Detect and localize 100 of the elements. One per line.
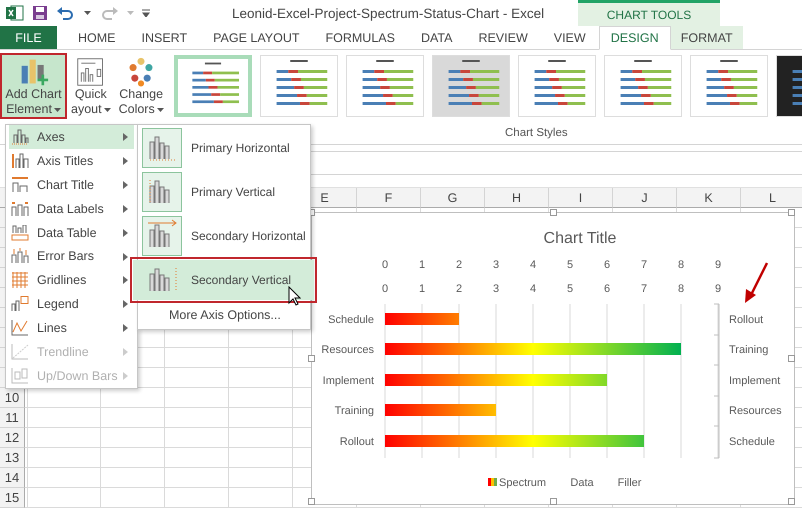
axis-tick-label: 1 <box>418 283 426 295</box>
chart-style-thumbnail[interactable] <box>174 55 252 117</box>
ribbon-tab[interactable]: DATA <box>408 26 466 49</box>
submenu-arrow-icon <box>123 180 128 189</box>
axis-tick-label: 0 <box>382 259 388 271</box>
row-header[interactable]: 15 <box>0 488 25 508</box>
axis-tick-label: 1 <box>418 259 426 271</box>
category-label: Schedule <box>729 436 775 448</box>
axis-tick-label: 7 <box>640 283 648 295</box>
customize-toolbar-icon[interactable] <box>142 9 150 17</box>
row-header[interactable]: 10 <box>0 388 25 408</box>
bar[interactable] <box>385 374 607 386</box>
axis-tick-label: 3 <box>492 259 500 271</box>
chart-title[interactable]: Chart Title <box>544 230 616 247</box>
resize-handle[interactable] <box>788 355 795 362</box>
category-label: Rollout <box>729 314 764 326</box>
caret-icon <box>127 11 134 15</box>
category-label: Implement <box>729 375 780 387</box>
axis-tick-label: 6 <box>604 283 610 295</box>
submenu-arrow-icon <box>123 228 128 237</box>
submenu-arrow-icon <box>123 204 128 213</box>
menu-item[interactable]: Legend <box>9 292 134 316</box>
column-header[interactable]: I <box>549 188 613 208</box>
ribbon-tab[interactable]: REVIEW <box>465 26 541 49</box>
save-icon[interactable] <box>32 5 48 21</box>
legend-label[interactable]: Spectrum <box>499 477 546 489</box>
axis-tick-label: 8 <box>678 259 684 271</box>
data-table-icon <box>11 224 29 241</box>
submenu-item[interactable]: Secondary Horizontal <box>140 216 308 256</box>
menu-item[interactable]: Gridlines <box>9 268 134 292</box>
spreadsheet-app-icon[interactable] <box>6 5 24 21</box>
column-header[interactable]: K <box>677 188 741 208</box>
menu-item[interactable]: More Axis Options... <box>169 308 308 322</box>
ribbon-button[interactable]: Change Colors <box>114 53 168 119</box>
line-chart-icon <box>11 320 29 336</box>
category-label: Resources <box>729 405 782 417</box>
column-header[interactable]: H <box>485 188 549 208</box>
chart-title-icon <box>11 176 29 193</box>
axes-icon <box>11 128 29 145</box>
ribbon-tab[interactable]: FORMAT <box>670 26 743 49</box>
submenu-item[interactable]: Secondary Vertical <box>133 260 314 300</box>
ribbon-tab[interactable]: VIEW <box>540 26 599 49</box>
legend-icon <box>11 296 29 312</box>
axis-tick-label: 5 <box>566 259 574 271</box>
resize-handle[interactable] <box>550 498 557 505</box>
legend-label[interactable]: Filler <box>618 477 642 489</box>
axis-tick-label: 8 <box>678 283 684 295</box>
bar[interactable] <box>385 404 496 416</box>
column-header[interactable]: G <box>421 188 485 208</box>
context-tab-header: CHART TOOLS <box>578 0 720 26</box>
category-label: Training <box>334 405 374 417</box>
ribbon-tab[interactable]: DESIGN <box>598 26 671 50</box>
caret-icon <box>104 108 111 112</box>
menu-item[interactable]: Error Bars <box>9 244 134 268</box>
redo-icon[interactable] <box>99 5 119 21</box>
menu-item[interactable]: Data Labels <box>9 196 134 221</box>
row-header[interactable]: 14 <box>0 468 25 488</box>
category-label: Training <box>729 344 768 356</box>
column-header[interactable]: J <box>613 188 677 208</box>
ribbon-tab[interactable]: PAGE LAYOUT <box>200 26 312 49</box>
resize-handle[interactable] <box>788 209 795 216</box>
group-label: Chart Styles <box>505 127 568 139</box>
category-label: Implement <box>322 375 374 387</box>
ribbon-tab[interactable]: FORMULAS <box>312 26 408 49</box>
legend-label[interactable]: Data <box>570 477 594 489</box>
window-title: Leonid-Excel-Project-Spectrum-Status-Chart - Excel <box>232 6 544 21</box>
menu-item[interactable]: Lines <box>9 316 134 340</box>
mouse-cursor-icon <box>288 286 301 306</box>
resize-handle[interactable] <box>788 498 795 505</box>
resize-handle[interactable] <box>308 355 315 362</box>
column-header[interactable]: F <box>357 188 421 208</box>
ribbon-tab[interactable]: INSERT <box>128 26 200 49</box>
caret-icon <box>84 11 91 15</box>
resize-handle[interactable] <box>550 209 557 216</box>
chart-area[interactable]: Chart Title 0 1 2 3 4 5 6 7 8 9 0 1 2 3 4 5 6 7 8 9 Schedule Resources Implement Training Rollout Rollout Training Implement Resources Schedule Spectrum Data Filler <box>311 212 795 505</box>
row-header[interactable]: 13 <box>0 448 25 468</box>
ribbon-tab[interactable]: FILE <box>0 26 57 49</box>
menu-item[interactable]: Axes <box>9 125 134 149</box>
ribbon-button[interactable]: Quick ayout <box>67 53 115 119</box>
ribbon-tab[interactable]: HOME <box>65 26 128 49</box>
submenu-arrow-icon <box>123 252 128 261</box>
row-header[interactable]: 11 <box>0 408 25 428</box>
axis-tick-label: 5 <box>566 283 574 295</box>
submenu-arrow-icon <box>123 156 128 165</box>
top-axis-icon <box>142 216 182 256</box>
undo-icon[interactable] <box>56 5 76 21</box>
row-header[interactable]: 12 <box>0 428 25 448</box>
submenu-item[interactable]: Primary Horizontal <box>140 128 308 168</box>
resize-handle[interactable] <box>308 498 315 505</box>
submenu-arrow-icon <box>123 324 128 332</box>
ribbon-button[interactable]: Add Chart Element <box>0 53 67 119</box>
formula-field[interactable] <box>310 151 802 175</box>
trendline-icon <box>11 344 29 360</box>
column-header[interactable]: L <box>741 188 802 208</box>
bar[interactable] <box>385 435 644 447</box>
bar[interactable] <box>385 343 681 355</box>
menu-item[interactable]: Axis Titles <box>9 148 134 173</box>
menu-item[interactable]: Data Table <box>9 220 134 245</box>
error-bars-icon <box>11 248 29 264</box>
menu-item[interactable]: Chart Title <box>9 172 134 197</box>
